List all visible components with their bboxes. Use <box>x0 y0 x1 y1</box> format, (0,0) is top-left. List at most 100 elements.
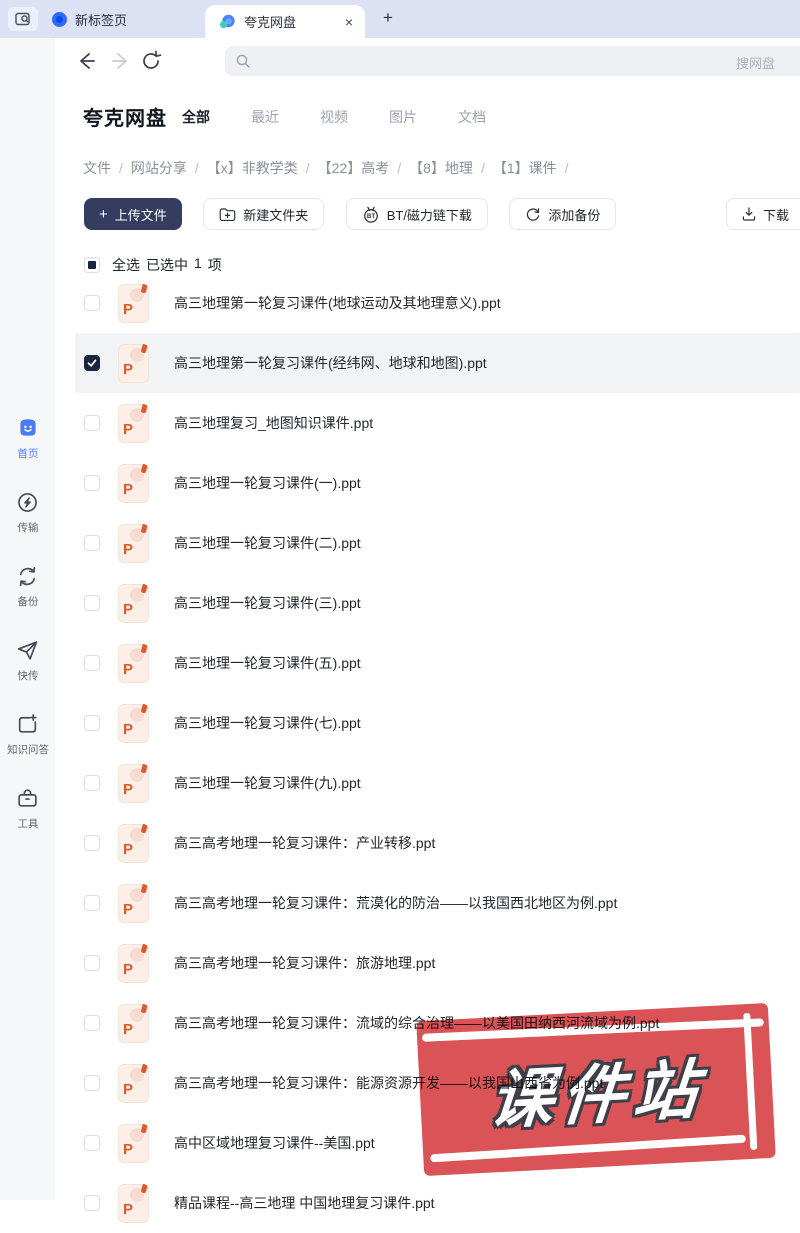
ppt-file-icon: P <box>118 943 149 983</box>
ppt-letter: P <box>123 600 134 618</box>
add-backup-button[interactable]: 添加备份 <box>509 198 617 230</box>
file-row[interactable]: P 高三地理一轮复习课件(九).ppt <box>75 753 800 813</box>
file-row[interactable]: P 精品课程--高三地理 中国地理复习课件.ppt <box>75 1173 800 1233</box>
file-row[interactable]: P 高三地理一轮复习课件(二).ppt <box>75 513 800 573</box>
download-icon <box>742 207 756 221</box>
selected-count: 1 <box>194 255 202 271</box>
ppt-letter: P <box>123 1080 134 1098</box>
file-checkbox[interactable] <box>84 955 100 971</box>
tab-search-button[interactable] <box>8 7 38 31</box>
browser-tab-newtab[interactable]: 新标签页 <box>38 0 188 38</box>
file-checkbox[interactable] <box>84 415 100 431</box>
back-icon[interactable] <box>75 50 97 72</box>
stamp-border-decoration <box>743 1012 758 1151</box>
file-row[interactable]: P 高三地理一轮复习课件(一).ppt <box>75 453 800 513</box>
select-all-label[interactable]: 全选 <box>112 255 140 275</box>
download-button[interactable]: 下载 <box>741 205 789 224</box>
ppt-file-icon: P <box>118 703 149 743</box>
file-checkbox[interactable] <box>84 595 100 611</box>
dogear-decoration <box>140 343 149 353</box>
new-folder-label: 新建文件夹 <box>243 207 309 223</box>
sidebar-item-label: 备份 <box>17 596 38 608</box>
ppt-letter: P <box>123 420 134 438</box>
file-row[interactable]: P 高三地理一轮复习课件(七).ppt <box>75 693 800 753</box>
drive-search-input[interactable]: 搜网盘 <box>225 46 800 76</box>
ppt-file-icon: P <box>118 763 149 803</box>
sidebar-item-fast-transfer[interactable]: 快传 <box>0 638 55 683</box>
folder-plus-icon <box>219 207 236 221</box>
file-name: 高中区域地理复习课件--美国.ppt <box>174 1135 375 1151</box>
sidebar-item-label: 传输 <box>17 522 38 534</box>
sidebar-item-transfer[interactable]: 传输 <box>0 490 55 535</box>
file-checkbox[interactable] <box>84 1015 100 1031</box>
tab-image[interactable]: 图片 <box>389 107 417 127</box>
file-name: 高三高考地理一轮复习课件：荒漠化的防治——以我国西北地区为例.ppt <box>174 895 618 911</box>
file-row[interactable]: P 高三高考地理一轮复习课件：旅游地理.ppt <box>75 933 800 993</box>
file-checkbox[interactable] <box>84 655 100 671</box>
tab-document[interactable]: 文档 <box>458 107 486 127</box>
file-checkbox[interactable] <box>84 895 100 911</box>
new-tab-plus-icon[interactable]: + <box>383 8 393 28</box>
dogear-decoration <box>140 463 149 473</box>
quark-logo-icon <box>220 14 235 28</box>
watermark-text: 课件站 <box>486 1052 709 1137</box>
file-checkbox[interactable] <box>84 715 100 731</box>
file-row[interactable]: P 高三高考地理一轮复习课件：产业转移.ppt <box>75 813 800 873</box>
dogear-decoration <box>140 703 149 713</box>
select-all-checkbox[interactable] <box>84 257 100 273</box>
ppt-file-icon: P <box>118 343 149 383</box>
knowledge-qa-icon <box>18 714 37 733</box>
file-row[interactable]: P 高三地理第一轮复习课件(地球运动及其地理意义).ppt <box>75 273 800 333</box>
file-row[interactable]: P 高三地理一轮复习课件(五).ppt <box>75 633 800 693</box>
tab-close-icon[interactable]: × <box>345 15 353 29</box>
forward-icon[interactable] <box>110 50 132 72</box>
file-row[interactable]: P 高三高考地理一轮复习课件：荒漠化的防治——以我国西北地区为例.ppt <box>75 873 800 933</box>
file-row[interactable]: P 高三地理第一轮复习课件(经纬网、地球和地图).ppt <box>75 333 800 393</box>
breadcrumb-item[interactable]: 【22】高考 <box>318 158 390 178</box>
sidebar-item-home[interactable]: 首页 <box>0 415 55 461</box>
file-name: 高三地理一轮复习课件(三).ppt <box>174 595 361 611</box>
file-checkbox[interactable] <box>84 1075 100 1091</box>
indeterminate-mark <box>88 261 96 269</box>
ppt-file-icon: P <box>118 1003 149 1043</box>
tab-video[interactable]: 视频 <box>320 107 348 127</box>
browser-tab-quark[interactable]: 夸克网盘 × <box>205 5 365 38</box>
file-checkbox[interactable] <box>84 775 100 791</box>
tools-icon <box>18 789 37 807</box>
ppt-letter: P <box>123 1020 134 1038</box>
new-folder-button[interactable]: 新建文件夹 <box>203 198 325 230</box>
file-checkbox[interactable] <box>84 475 100 491</box>
selection-action-group: 下载 分享 <box>726 198 800 230</box>
sidebar-item-tools[interactable]: 工具 <box>0 786 55 831</box>
breadcrumb-item[interactable]: 文件 <box>83 158 111 178</box>
sidebar-item-knowledge-qa[interactable]: 知识问答 <box>0 712 55 757</box>
breadcrumb-item[interactable]: 【1】课件 <box>493 158 557 178</box>
dogear-decoration <box>140 883 149 893</box>
file-checkbox[interactable] <box>84 295 100 311</box>
file-checkbox[interactable] <box>84 1135 100 1151</box>
breadcrumb-item[interactable]: 【x】非教学类 <box>207 158 298 178</box>
tab-recent[interactable]: 最近 <box>251 107 279 127</box>
breadcrumb-separator: / <box>305 160 310 176</box>
breadcrumb-separator: / <box>564 160 569 176</box>
breadcrumb-item[interactable]: 网站分享 <box>131 158 187 178</box>
sidebar-item-label: 知识问答 <box>6 744 49 756</box>
newtab-favicon-icon <box>52 11 67 27</box>
ppt-file-icon: P <box>118 283 149 323</box>
file-checkbox[interactable] <box>84 535 100 551</box>
file-checkbox[interactable] <box>84 355 100 371</box>
bt-magnet-download-button[interactable]: BT BT/磁力链下载 <box>345 198 488 230</box>
sidebar-item-backup[interactable]: 备份 <box>0 564 55 609</box>
dogear-decoration <box>140 1063 149 1073</box>
file-row[interactable]: P 高三地理复习_地图知识课件.ppt <box>75 393 800 453</box>
ppt-file-icon: P <box>118 583 149 623</box>
breadcrumb-separator: / <box>397 160 402 176</box>
tab-all[interactable]: 全部 <box>182 107 210 127</box>
file-row[interactable]: P 高三地理一轮复习课件(三).ppt <box>75 573 800 633</box>
upload-file-button[interactable]: + 上传文件 <box>84 198 182 230</box>
dogear-decoration <box>140 1003 149 1013</box>
file-checkbox[interactable] <box>84 835 100 851</box>
file-checkbox[interactable] <box>84 1195 100 1211</box>
breadcrumb-item[interactable]: 【8】地理 <box>409 158 473 178</box>
refresh-icon[interactable] <box>140 50 162 72</box>
